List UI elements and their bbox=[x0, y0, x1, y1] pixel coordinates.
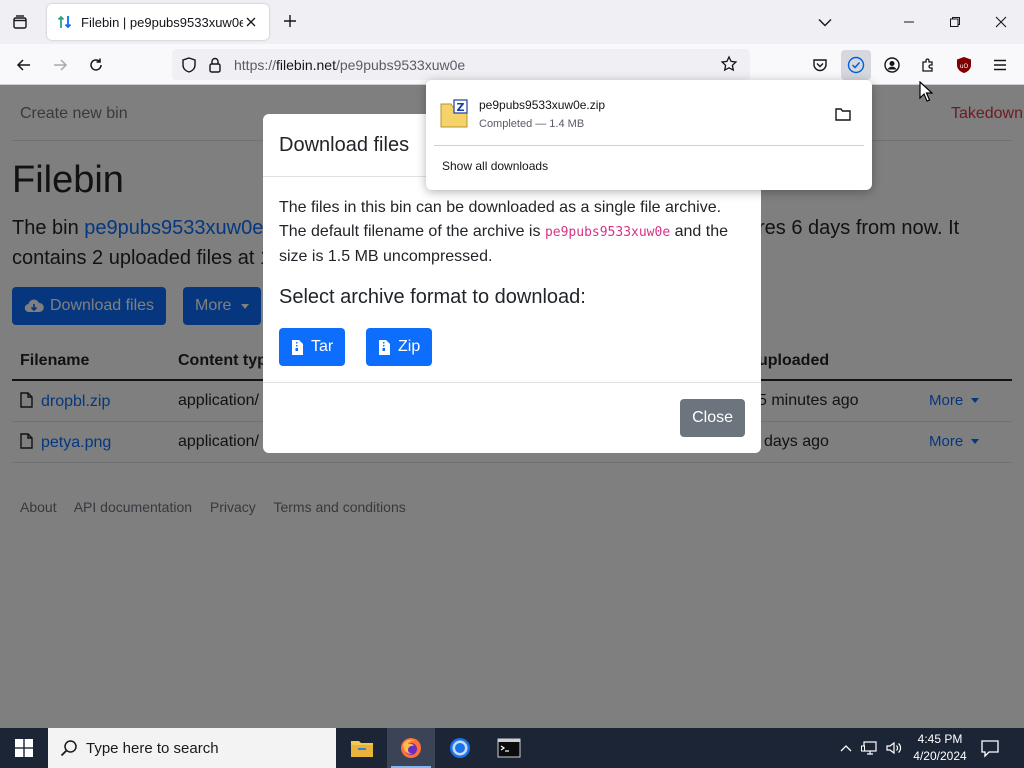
network-icon[interactable] bbox=[861, 740, 879, 756]
tab-title: Filebin | pe9pubs9533xuw0e bbox=[81, 14, 243, 30]
download-file-name: pe9pubs9533xuw0e.zip bbox=[479, 98, 606, 112]
chevron-up-icon[interactable] bbox=[837, 740, 855, 756]
url-path: /pe9pubs9533xuw0e bbox=[335, 57, 466, 73]
menu-hamburger-icon[interactable] bbox=[985, 50, 1015, 80]
volume-icon[interactable] bbox=[885, 740, 903, 756]
account-icon[interactable] bbox=[877, 50, 907, 80]
url-scheme: https:// bbox=[234, 57, 277, 73]
notifications-icon[interactable] bbox=[980, 738, 1002, 758]
taskbar-search-box[interactable]: Type here to search bbox=[48, 728, 336, 768]
list-all-tabs-icon[interactable] bbox=[815, 13, 835, 31]
close-window-icon[interactable] bbox=[987, 8, 1015, 36]
firefox-icon[interactable] bbox=[387, 728, 435, 768]
system-clock[interactable]: 4:45 PM 4/20/2024 bbox=[908, 731, 972, 765]
bookmark-star-icon[interactable] bbox=[720, 55, 738, 73]
extensions-icon[interactable] bbox=[913, 50, 943, 80]
filebin-favicon-icon bbox=[57, 14, 73, 30]
windows-start-icon[interactable] bbox=[0, 728, 48, 768]
show-all-downloads-link[interactable]: Show all downloads bbox=[442, 159, 548, 173]
modal-footer: Close bbox=[263, 382, 761, 453]
tracking-protection-shield-icon[interactable] bbox=[180, 56, 198, 74]
archive-filename: pe9pubs9533xuw0e bbox=[544, 225, 671, 240]
modal-title: Download files bbox=[279, 134, 410, 156]
url-host: filebin.net bbox=[276, 57, 336, 73]
address-bar[interactable]: https://filebin.net/pe9pubs9533xuw0e bbox=[172, 49, 750, 80]
zip-label: Zip bbox=[398, 338, 421, 355]
download-item[interactable]: Z pe9pubs9533xuw0e.zip Completed — 1.4 M… bbox=[434, 88, 864, 140]
modal-subtitle: Select archive format to download: bbox=[279, 286, 586, 308]
file-zip-icon bbox=[292, 339, 303, 355]
chrome-icon[interactable] bbox=[436, 728, 484, 768]
restore-icon[interactable] bbox=[941, 8, 969, 36]
modal-body: The files in this bin can be downloaded … bbox=[279, 196, 745, 269]
reload-icon[interactable] bbox=[83, 52, 109, 78]
download-status: Completed — 1.4 MB bbox=[479, 118, 585, 130]
browser-nav-bar: https://filebin.net/pe9pubs9533xuw0e uO bbox=[0, 44, 1024, 85]
folder-icon[interactable] bbox=[834, 105, 852, 123]
search-placeholder: Type here to search bbox=[86, 739, 219, 757]
back-icon[interactable] bbox=[11, 52, 37, 78]
close-tab-icon[interactable] bbox=[243, 14, 259, 30]
svg-text:Z: Z bbox=[457, 101, 465, 114]
tar-label: Tar bbox=[311, 338, 334, 355]
ublock-origin-icon[interactable]: uO bbox=[949, 50, 979, 80]
terminal-icon[interactable] bbox=[485, 728, 533, 768]
downloads-panel: Z pe9pubs9533xuw0e.zip Completed — 1.4 M… bbox=[426, 80, 872, 190]
clock-time: 4:45 PM bbox=[917, 732, 963, 746]
zip-file-icon: Z bbox=[438, 98, 470, 130]
browser-tab-bar: Filebin | pe9pubs9533xuw0e bbox=[0, 0, 1024, 44]
clock-date: 4/20/2024 bbox=[913, 749, 967, 763]
tar-button[interactable]: Tar bbox=[279, 328, 346, 366]
tab-list-icon[interactable] bbox=[8, 10, 32, 34]
windows-taskbar: Type here to search 4:45 PM 4/20/2024 bbox=[0, 728, 1024, 768]
lock-icon[interactable] bbox=[206, 56, 224, 74]
forward-icon[interactable] bbox=[47, 52, 73, 78]
browser-tab[interactable]: Filebin | pe9pubs9533xuw0e bbox=[47, 4, 269, 40]
close-button[interactable]: Close bbox=[680, 399, 745, 437]
svg-text:uO: uO bbox=[960, 63, 969, 70]
new-tab-icon[interactable] bbox=[280, 11, 300, 31]
file-zip-icon bbox=[379, 339, 390, 355]
pocket-icon[interactable] bbox=[805, 50, 835, 80]
downloads-icon[interactable] bbox=[841, 50, 871, 80]
mouse-cursor-icon bbox=[919, 80, 934, 107]
zip-button[interactable]: Zip bbox=[366, 328, 433, 366]
search-icon bbox=[60, 740, 77, 757]
divider bbox=[434, 145, 864, 146]
url-text[interactable]: https://filebin.net/pe9pubs9533xuw0e bbox=[234, 57, 465, 73]
file-explorer-icon[interactable] bbox=[338, 728, 386, 768]
minimize-icon[interactable] bbox=[895, 8, 923, 36]
